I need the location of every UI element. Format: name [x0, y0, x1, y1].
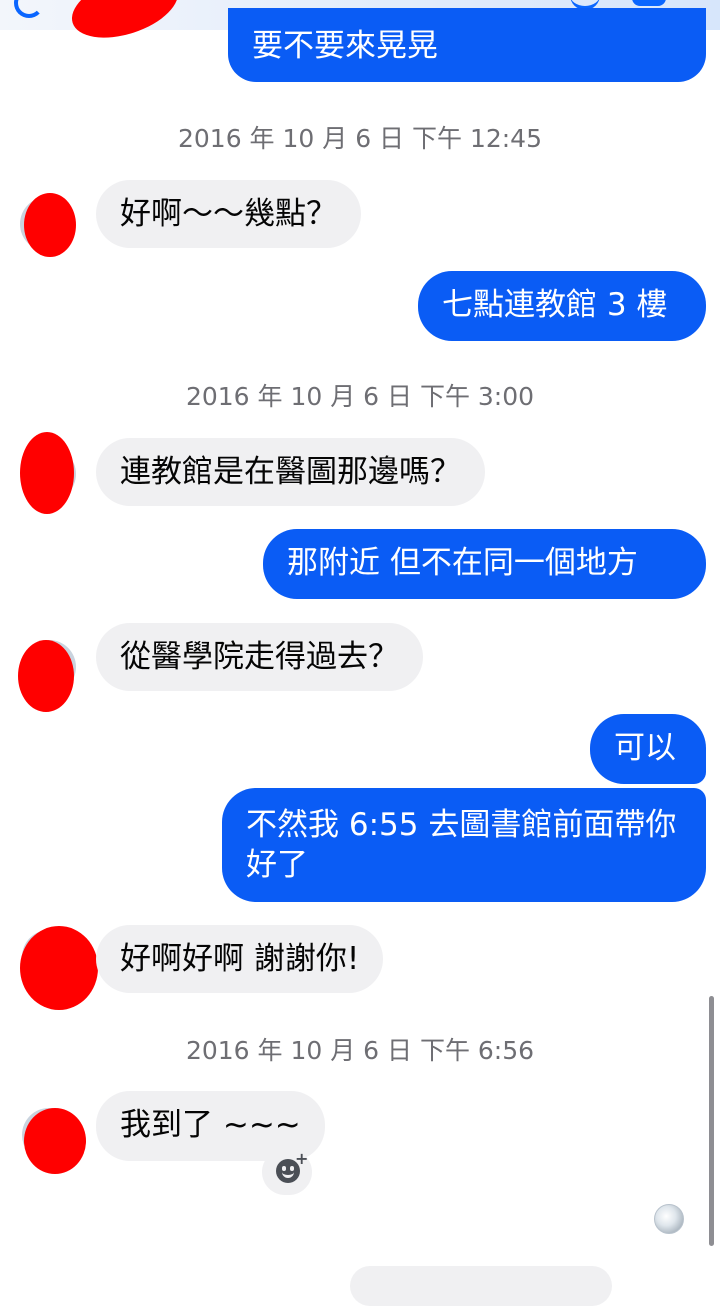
timestamp: 2016 年 10 月 6 日 下午 3:00: [185, 382, 535, 411]
redaction-mark: [24, 1108, 86, 1174]
plus-icon: +: [295, 1149, 309, 1168]
message-text: 不然我 6:55 去圖書館前面帶你好了: [246, 807, 677, 883]
message-bubble-incoming[interactable]: 好啊好啊 謝謝你!: [96, 925, 384, 993]
timestamp: 2016 年 10 月 6 日 下午 12:45: [177, 124, 542, 153]
message-bubble-incoming[interactable]: 好啊～～幾點？: [96, 180, 361, 248]
message-bubble-outgoing[interactable]: 那附近 但不在同一個地方: [263, 529, 706, 599]
message-bubble-incoming[interactable]: 從醫學院走得過去？: [96, 623, 423, 691]
message-bubble-outgoing[interactable]: 要不要來晃晃: [228, 8, 706, 82]
message-text: 連教館是在醫圖那邊嗎？: [120, 454, 461, 490]
message-bubble-outgoing[interactable]: 不然我 6:55 去圖書館前面帶你好了: [222, 788, 706, 902]
message-bubble-incoming[interactable]: 連教館是在醫圖那邊嗎？: [96, 438, 485, 506]
redaction-mark: [20, 926, 98, 1010]
message-bubble-outgoing[interactable]: 七點連教館 3 樓: [418, 271, 706, 341]
video-call-icon[interactable]: [632, 0, 666, 6]
timestamp: 2016 年 10 月 6 日 下午 6:56: [185, 1036, 535, 1065]
message-text: 好啊好啊 謝謝你!: [120, 941, 360, 977]
message-composer[interactable]: [350, 1266, 612, 1306]
back-icon[interactable]: [14, 0, 44, 18]
message-text: 從醫學院走得過去？: [120, 639, 399, 675]
message-text: 可以: [614, 730, 676, 766]
message-text: 那附近 但不在同一個地方: [287, 545, 638, 581]
redaction-mark: [24, 193, 76, 257]
message-text: 要不要來晃晃: [252, 28, 438, 64]
message-text: 七點連教館 3 樓: [442, 287, 668, 323]
redaction-mark: [20, 432, 74, 514]
message-text: 好啊～～幾點？: [120, 196, 337, 232]
add-reaction-button[interactable]: +: [262, 1149, 312, 1195]
read-receipt-avatar: [654, 1204, 684, 1234]
scrollbar[interactable]: [709, 996, 714, 1246]
redaction-mark: [18, 640, 74, 712]
message-bubble-outgoing[interactable]: 可以: [590, 714, 706, 784]
message-text: 我到了 ~~~: [120, 1107, 301, 1143]
